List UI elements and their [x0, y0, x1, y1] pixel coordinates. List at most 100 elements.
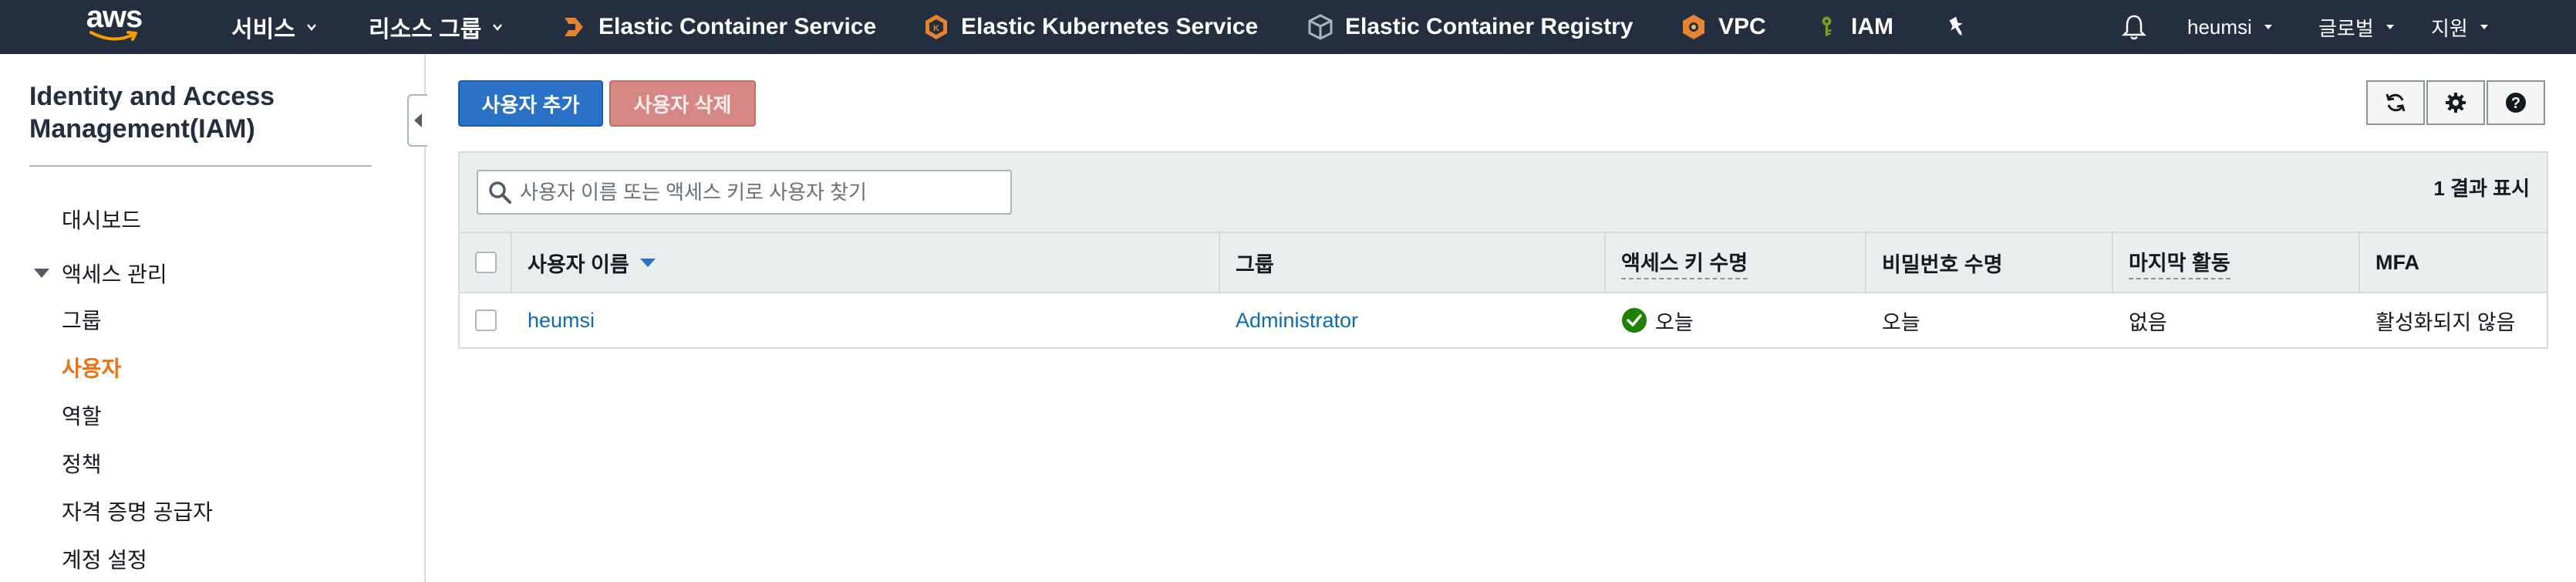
cell-last-activity: 없음 — [2113, 293, 2360, 347]
aws-logo-text: aws — [86, 0, 143, 34]
help-button[interactable]: ? — [2487, 80, 2545, 125]
cell-password-age: 오늘 — [1866, 293, 2113, 347]
shortcut-iam-label: IAM — [1851, 14, 1893, 39]
mfa-value: 활성화되지 않음 — [2375, 310, 2516, 334]
ecr-icon — [1308, 14, 1333, 40]
ecs-icon — [565, 18, 583, 36]
select-all-cell — [460, 233, 512, 292]
refresh-button[interactable] — [2366, 80, 2425, 125]
column-header-groups[interactable]: 그룹 — [1220, 233, 1606, 292]
column-header-label: 액세스 키 수명 — [1621, 246, 1748, 279]
iam-key-icon — [1822, 16, 1832, 36]
support-menu[interactable]: 지원 — [2431, 0, 2490, 54]
cell-access-key-age: 오늘 — [1606, 293, 1866, 347]
sidebar-item-account-settings[interactable]: 계정 설정 — [62, 543, 147, 574]
sort-descending-icon — [639, 258, 656, 267]
shortcut-ecr-label: Elastic Container Registry — [1345, 14, 1634, 39]
sidebar-section-access-management[interactable]: 액세스 관리 — [34, 258, 167, 289]
column-header-label: MFA — [2375, 250, 2419, 274]
sidebar-item-roles[interactable]: 역할 — [62, 400, 102, 431]
username-link[interactable]: heumsi — [528, 309, 595, 333]
column-header-label: 사용자 이름 — [528, 252, 629, 276]
column-header-label: 마지막 활동 — [2129, 246, 2230, 279]
region-menu[interactable]: 글로벌 — [2318, 0, 2396, 54]
services-menu[interactable]: 서비스 — [231, 0, 317, 54]
column-header-mfa[interactable]: MFA — [2360, 233, 2547, 292]
password-age-value: 오늘 — [1882, 310, 1920, 334]
sidebar: Identity and Access Management(IAM) 대시보드… — [0, 54, 426, 582]
aws-logo[interactable]: aws — [82, 0, 147, 51]
table-row[interactable]: heumsi Administrator 오늘 오늘 없음 활성화되지 않음 — [458, 293, 2548, 349]
cell-mfa: 활성화되지 않음 — [2360, 293, 2547, 347]
sidebar-item-identity-providers[interactable]: 자격 증명 공급자 — [62, 496, 213, 526]
vpc-icon — [1683, 15, 1704, 39]
search-box[interactable] — [477, 170, 1012, 215]
column-header-access-key-age[interactable]: 액세스 키 수명 — [1606, 233, 1866, 292]
refresh-icon — [2385, 93, 2406, 112]
help-icon: ? — [2506, 93, 2526, 113]
select-all-checkbox[interactable] — [475, 252, 497, 273]
sidebar-section-label: 액세스 관리 — [62, 262, 167, 286]
shortcut-ecs-label: Elastic Container Service — [598, 14, 877, 39]
gear-icon — [2446, 93, 2466, 113]
sidebar-item-dashboard[interactable]: 대시보드 — [62, 204, 141, 235]
sidebar-item-users[interactable]: 사용자 — [62, 352, 121, 383]
shortcut-ecr[interactable]: Elastic Container Registry — [1307, 0, 1633, 54]
bell-icon — [2121, 15, 2147, 40]
users-table: 1 결과 표시 사용자 이름 그룹 액세스 키 수명 비밀번호 수명 마지막 활… — [458, 151, 2548, 352]
chevron-down-icon — [2385, 25, 2394, 29]
chevron-left-icon — [414, 113, 422, 127]
svg-text:?: ? — [2511, 95, 2520, 112]
search-input[interactable] — [520, 180, 998, 205]
services-label: 서비스 — [231, 17, 295, 42]
column-header-username[interactable]: 사용자 이름 — [512, 233, 1220, 292]
shortcut-vpc-label: VPC — [1718, 14, 1766, 39]
shortcut-eks[interactable]: K Elastic Kubernetes Service — [922, 0, 1258, 54]
chevron-down-icon — [306, 24, 316, 31]
sidebar-item-policies[interactable]: 정책 — [62, 448, 102, 479]
access-key-age-value: 오늘 — [1655, 310, 1694, 334]
add-user-button[interactable]: 사용자 추가 — [458, 80, 603, 127]
row-select-cell — [460, 293, 512, 347]
table-header: 사용자 이름 그룹 액세스 키 수명 비밀번호 수명 마지막 활동 MFA — [458, 232, 2548, 293]
account-menu[interactable]: heumsi — [2187, 0, 2274, 54]
svg-text:K: K — [933, 24, 939, 33]
chevron-down-icon — [2480, 25, 2488, 29]
result-count: 1 결과 표시 — [2433, 177, 2530, 200]
row-checkbox[interactable] — [475, 310, 497, 331]
search-icon — [489, 181, 511, 204]
column-header-label: 그룹 — [1236, 252, 1274, 276]
last-activity-value: 없음 — [2129, 310, 2167, 334]
account-label: heumsi — [2187, 15, 2252, 39]
sidebar-item-groups[interactable]: 그룹 — [62, 304, 102, 335]
group-link[interactable]: Administrator — [1236, 309, 1358, 333]
column-header-password-age[interactable]: 비밀번호 수명 — [1866, 233, 2113, 292]
column-header-last-activity[interactable]: 마지막 활동 — [2113, 233, 2360, 292]
shortcut-vpc[interactable]: VPC — [1680, 0, 1766, 54]
cell-groups: Administrator — [1220, 293, 1606, 347]
region-label: 글로벌 — [2318, 16, 2374, 40]
pin-icon — [1949, 16, 1963, 36]
table-toolbar: 1 결과 표시 — [458, 151, 2548, 232]
caret-down-icon — [34, 269, 49, 278]
sidebar-divider — [29, 165, 372, 167]
pin-shortcuts-button[interactable] — [1945, 0, 1968, 54]
sidebar-title[interactable]: Identity and Access Management(IAM) — [29, 80, 369, 145]
settings-button[interactable] — [2426, 80, 2485, 125]
shortcut-ecs[interactable]: Elastic Container Service — [560, 0, 876, 54]
shortcut-eks-label: Elastic Kubernetes Service — [961, 14, 1259, 39]
resource-groups-menu[interactable]: 리소스 그룹 — [369, 0, 503, 54]
check-circle-icon — [1622, 308, 1647, 333]
shortcut-iam[interactable]: IAM — [1817, 0, 1893, 54]
support-label: 지원 — [2431, 16, 2468, 40]
chevron-down-icon — [493, 24, 503, 31]
column-header-label: 비밀번호 수명 — [1882, 252, 2003, 276]
top-navigation: aws 서비스 리소스 그룹 Elastic Container Service… — [0, 0, 2576, 54]
notifications-button[interactable] — [2121, 0, 2147, 54]
sidebar-collapse-button[interactable] — [407, 94, 427, 147]
delete-user-button[interactable]: 사용자 삭제 — [609, 80, 756, 127]
chevron-down-icon — [2264, 25, 2272, 29]
eks-icon: K — [926, 15, 947, 39]
resource-groups-label: 리소스 그룹 — [369, 17, 482, 42]
aws-smile-icon — [89, 31, 137, 41]
